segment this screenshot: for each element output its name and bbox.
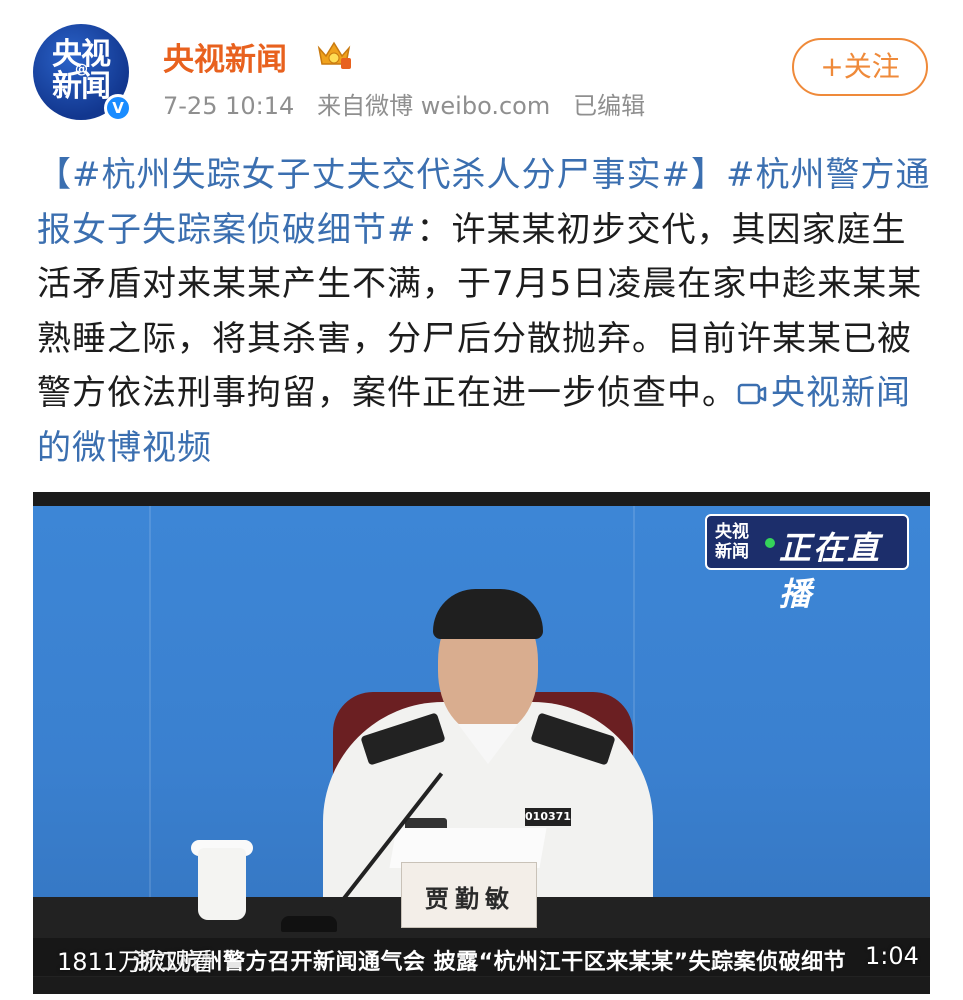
verified-badge-icon: V [104,94,132,122]
avatar-at-symbol: @ [75,62,88,77]
crown-icon [317,41,351,69]
microphone-base [281,916,337,932]
live-label: 正在直播 [779,529,882,613]
nameplate-text: 贾勤敏 [425,884,515,913]
video-duration: 1:04 [865,942,919,970]
video-player[interactable]: 央视 新闻 正在直播 010371 贾勤敏 浙江杭州警方召开新闻通气会 披露“杭… [33,492,930,994]
wall-panel-line [149,506,151,926]
video-link-icon [737,383,767,405]
police-badge-number: 010371 [525,808,571,826]
video-caption: 浙江杭州警方召开新闻通气会 披露“杭州江干区来某某”失踪案侦破细节 [133,950,847,975]
edited-label[interactable]: 已编辑 [573,92,645,120]
tea-cup [198,848,246,920]
author-name[interactable]: 央视新闻 [163,34,287,79]
hashtag-link[interactable]: 【#杭州失踪女子丈夫交代杀人分尸事实#】 [37,155,726,195]
view-count: 1811万次观看 [57,948,215,976]
live-badge: 央视 新闻 正在直播 [705,514,909,613]
post-meta: 7-25 10:14 来自微博 weibo.com 已编辑 [163,86,645,121]
post-text: 【#杭州失踪女子丈夫交代杀人分尸事实#】#杭州警方通报女子失踪案侦破细节#：许某… [37,148,937,475]
post-time: 7-25 10:14 [163,92,295,120]
post-source: 来自微博 weibo.com [317,92,551,120]
live-dot-icon [765,538,775,548]
live-logo: 央视 新闻 [715,522,749,562]
nameplate: 贾勤敏 [401,862,537,928]
follow-button[interactable]: +关注 [792,38,928,96]
